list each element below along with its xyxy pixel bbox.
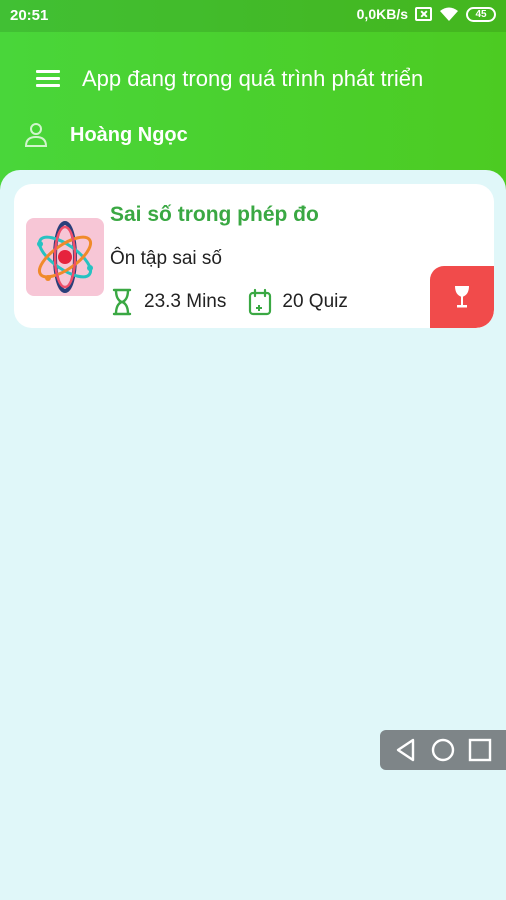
calendar-add-icon <box>249 288 272 316</box>
course-title: Sai số trong phép đo <box>110 203 319 226</box>
hourglass-icon <box>112 288 132 316</box>
no-sim-icon <box>415 7 432 21</box>
main-content: Sai số trong phép đo Ôn tập sai số 23.3 … <box>0 170 506 900</box>
network-speed: 0,0KB/s <box>356 6 408 22</box>
user-name: Hoàng Ngọc <box>70 123 188 146</box>
course-subtitle: Ôn tập sai số <box>110 248 222 269</box>
course-duration: 23.3 Mins <box>144 291 227 312</box>
wine-glass-button[interactable] <box>430 266 494 328</box>
wine-glass-icon <box>455 286 469 308</box>
menu-icon[interactable] <box>36 70 60 88</box>
back-icon[interactable] <box>393 737 419 763</box>
recents-icon[interactable] <box>467 737 493 763</box>
status-indicators: 0,0KB/s 45 <box>357 6 496 22</box>
person-icon <box>24 123 48 147</box>
user-row: Hoàng Ngọc <box>24 122 188 148</box>
floating-nav-bar <box>380 730 506 770</box>
duration-item: 23.3 Mins <box>110 288 226 316</box>
title-row: App đang trong quá trình phát triển <box>36 66 423 92</box>
app-title: App đang trong quá trình phát triển <box>82 66 424 91</box>
home-icon[interactable] <box>430 737 456 763</box>
status-time: 20:51 <box>10 7 49 24</box>
quiz-item: 20 Quiz <box>248 288 348 316</box>
course-quiz-count: 20 Quiz <box>282 291 348 312</box>
status-bar: 20:51 0,0KB/s 45 <box>0 0 506 32</box>
course-card[interactable]: Sai số trong phép đo Ôn tập sai số 23.3 … <box>14 184 494 328</box>
battery-indicator: 45 <box>466 6 496 22</box>
wifi-icon <box>440 7 458 21</box>
course-meta: 23.3 Mins 20 Quiz <box>110 288 370 316</box>
atom-icon <box>26 218 104 296</box>
